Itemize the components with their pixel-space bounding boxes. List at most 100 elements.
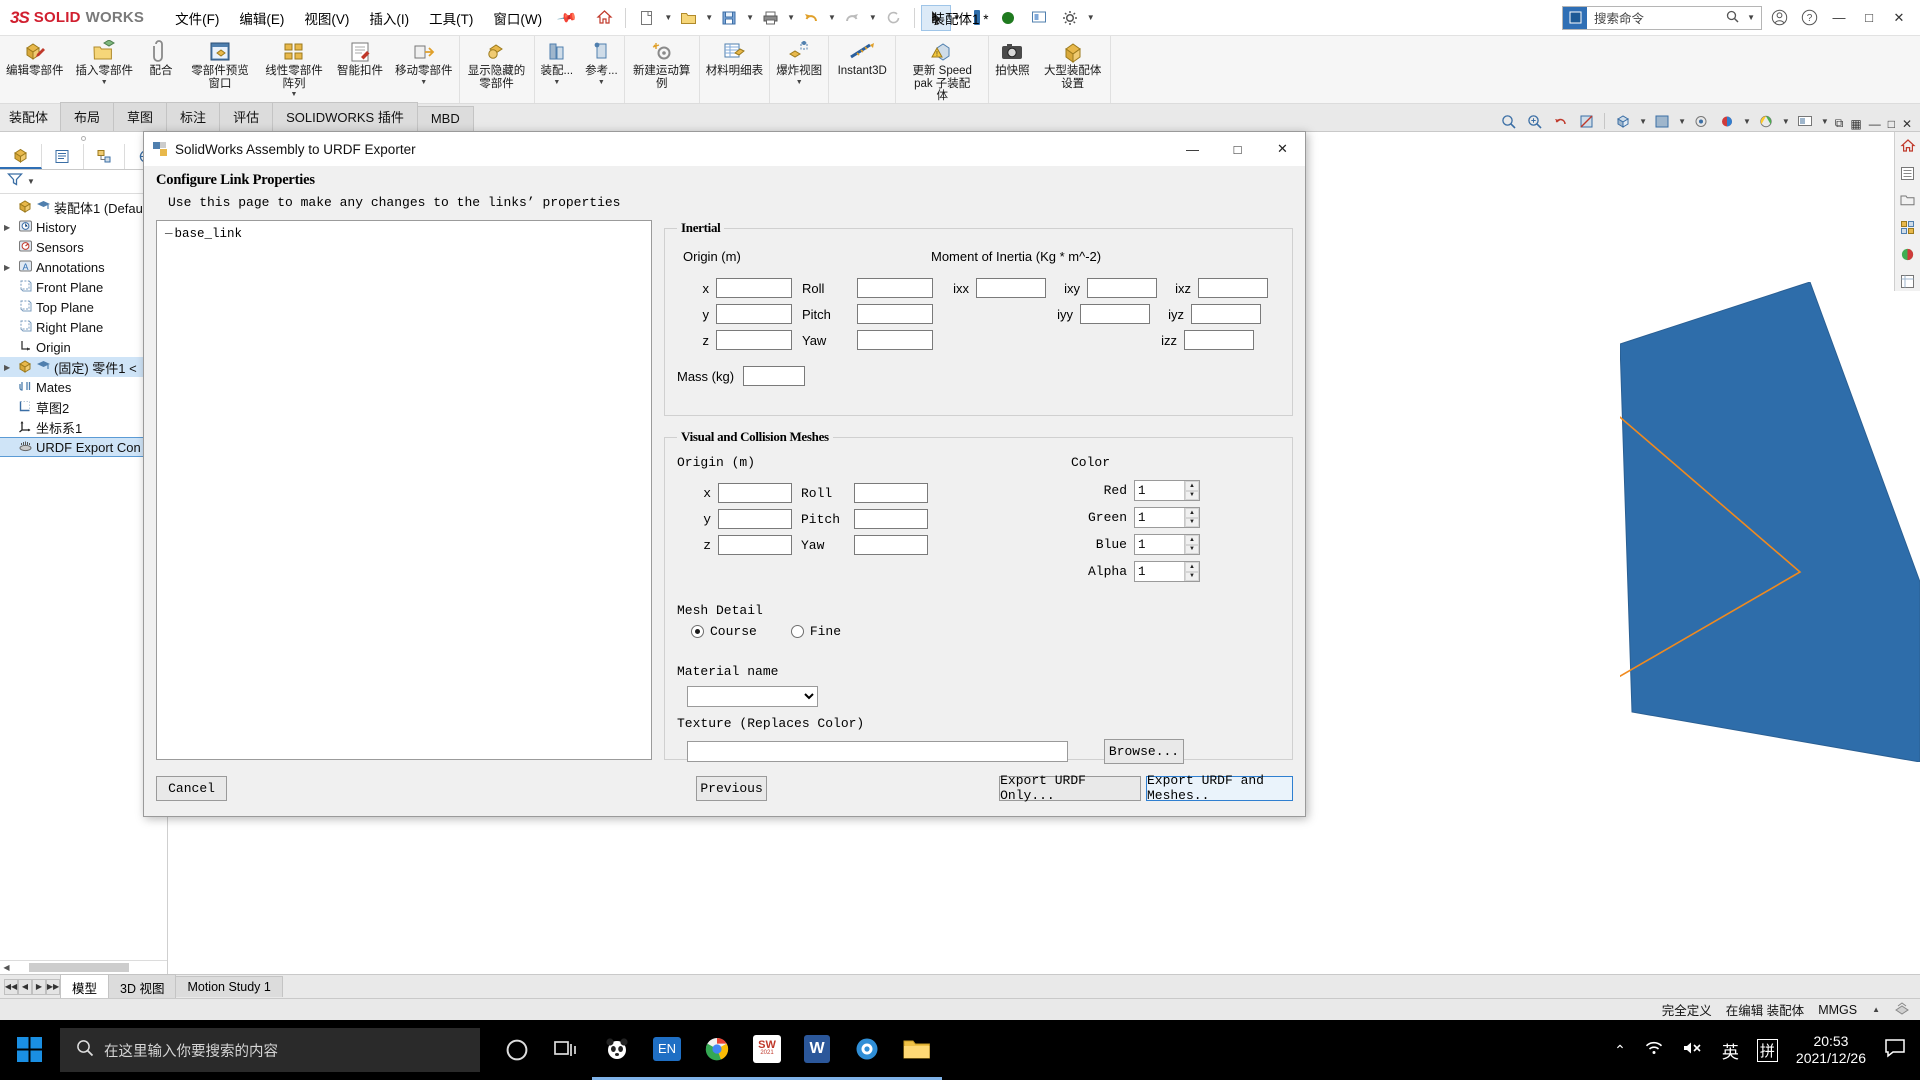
tab-next-button[interactable]: ▶: [32, 979, 46, 995]
edit-appearance-dropdown-icon[interactable]: ▼: [1743, 117, 1751, 126]
tree-node-part1[interactable]: ▶ (固定) 零件1 <: [0, 357, 167, 377]
spinner-down-icon[interactable]: ▼: [1185, 518, 1199, 528]
spinner-up-icon[interactable]: ▲: [1185, 508, 1199, 518]
view-list-icon[interactable]: [1898, 163, 1918, 183]
chevron-up-icon[interactable]: ▲: [1872, 1005, 1880, 1014]
tree-node-coordinate-system1[interactable]: 坐标系1: [0, 417, 167, 437]
inertia-ixx-input[interactable]: [976, 278, 1046, 298]
status-units[interactable]: MMGS: [1818, 1003, 1857, 1017]
tree-node-annotations[interactable]: ▶ A Annotations: [0, 257, 167, 277]
view-home-icon[interactable]: [1898, 136, 1918, 156]
spinner-down-icon[interactable]: ▼: [1185, 491, 1199, 501]
search-icon[interactable]: [1726, 10, 1739, 26]
ribbon-show-hidden-components[interactable]: 显示隐藏的零部件: [460, 36, 534, 103]
ribbon-bill-of-materials[interactable]: 材料明细表: [700, 36, 770, 103]
undo-dropdown-icon[interactable]: ▼: [828, 13, 836, 22]
color-red-input[interactable]: [1135, 481, 1184, 500]
tile-view-icon[interactable]: ▦: [1850, 117, 1861, 131]
ribbon-edit-component[interactable]: 编辑零部件: [0, 36, 70, 103]
maximize-doc-button[interactable]: □: [1888, 117, 1895, 131]
open-document-dropdown-icon[interactable]: ▼: [705, 13, 713, 22]
menu-tools[interactable]: 工具(T): [420, 3, 482, 33]
ribbon-update-speedpak[interactable]: ! 更新 Speedpak 子装配体: [896, 36, 988, 103]
taskbar-clock[interactable]: 20:53 2021/12/26: [1796, 1033, 1866, 1067]
appearance-icon[interactable]: [993, 5, 1023, 31]
zoom-area-icon[interactable]: [1523, 111, 1545, 131]
view-orientation-dropdown-icon[interactable]: ▼: [1639, 117, 1647, 126]
color-green-input[interactable]: [1135, 508, 1184, 527]
zoom-to-fit-icon[interactable]: [1497, 111, 1519, 131]
chevron-down-icon[interactable]: ▼: [291, 91, 298, 98]
tab-mbd[interactable]: MBD: [417, 106, 474, 131]
panel-resize-handle[interactable]: [0, 132, 167, 144]
show-hidden-icons[interactable]: ⌃: [1614, 1042, 1626, 1059]
redo-icon[interactable]: [837, 5, 867, 31]
search-input[interactable]: 搜索命令: [1587, 8, 1644, 27]
spinner-buttons[interactable]: ▲▼: [1184, 508, 1199, 527]
tree-node-top-plane[interactable]: Top Plane: [0, 297, 167, 317]
color-red-spinner[interactable]: ▲▼: [1134, 480, 1200, 501]
taskbar-search-box[interactable]: 在这里输入你要搜索的内容: [60, 1028, 480, 1072]
spinner-up-icon[interactable]: ▲: [1185, 535, 1199, 545]
inertial-pitch-input[interactable]: [857, 304, 933, 324]
menu-insert[interactable]: 插入(I): [360, 3, 418, 33]
inertial-yaw-input[interactable]: [857, 330, 933, 350]
chevron-down-icon[interactable]: ▼: [796, 79, 803, 86]
tab-first-button[interactable]: ◀◀: [4, 979, 18, 995]
tree-node-urdf-export-configuration[interactable]: URDF Export Con: [0, 437, 167, 457]
previous-button[interactable]: Previous: [696, 776, 767, 801]
help-icon[interactable]: ?: [1796, 5, 1822, 31]
rebuild-icon[interactable]: [878, 5, 908, 31]
tab-last-button[interactable]: ▶▶: [46, 979, 60, 995]
inertial-origin-y-input[interactable]: [716, 304, 792, 324]
dialog-title-bar[interactable]: SolidWorks Assembly to URDF Exporter — □…: [144, 132, 1305, 166]
tree-node-front-plane[interactable]: Front Plane: [0, 277, 167, 297]
scroll-thumb[interactable]: [29, 963, 129, 972]
material-name-select[interactable]: [687, 686, 818, 707]
tree-node-right-plane[interactable]: Right Plane: [0, 317, 167, 337]
configuration-manager-tab[interactable]: [84, 144, 126, 169]
undo-icon[interactable]: [796, 5, 826, 31]
notification-icon[interactable]: [1884, 1038, 1906, 1063]
ribbon-reference-geometry[interactable]: 参考... ▼: [579, 36, 624, 103]
inertia-ixy-input[interactable]: [1087, 278, 1157, 298]
inertia-iyy-input[interactable]: [1080, 304, 1150, 324]
save-dropdown-icon[interactable]: ▼: [746, 13, 754, 22]
search-command-box[interactable]: 搜索命令 ▼: [1562, 6, 1762, 30]
view-settings-icon[interactable]: [1794, 111, 1816, 131]
open-document-icon[interactable]: [673, 5, 703, 31]
ribbon-move-component[interactable]: 移动零部件 ▼: [389, 36, 459, 103]
options-gear-icon[interactable]: [1055, 5, 1085, 31]
ribbon-exploded-view[interactable]: 爆炸视图 ▼: [770, 36, 828, 103]
inertia-iyz-input[interactable]: [1191, 304, 1261, 324]
color-blue-spinner[interactable]: ▲▼: [1134, 534, 1200, 555]
menu-file[interactable]: 文件(F): [166, 3, 228, 33]
search-scope-icon[interactable]: [1563, 7, 1587, 29]
pin-icon[interactable]: 📌: [556, 6, 578, 28]
spinner-up-icon[interactable]: ▲: [1185, 562, 1199, 572]
spinner-buttons[interactable]: ▲▼: [1184, 535, 1199, 554]
hide-show-icon[interactable]: [1690, 111, 1712, 131]
ribbon-assembly-features[interactable]: 装配... ▼: [535, 36, 580, 103]
dialog-maximize-button[interactable]: □: [1215, 132, 1260, 166]
cancel-button[interactable]: Cancel: [156, 776, 227, 801]
ribbon-linear-component-pattern[interactable]: 线性零部件阵列 ▼: [257, 36, 331, 103]
ribbon-insert-component[interactable]: 插入零部件 ▼: [70, 36, 140, 103]
apply-scene-dropdown-icon[interactable]: ▼: [1782, 117, 1790, 126]
restore-view-icon[interactable]: ⧉: [1835, 116, 1844, 131]
inertia-ixz-input[interactable]: [1198, 278, 1268, 298]
view-grid-icon[interactable]: [1898, 217, 1918, 237]
tree-node-origin[interactable]: Origin: [0, 337, 167, 357]
section-view-icon[interactable]: [1575, 111, 1597, 131]
tree-horizontal-scrollbar[interactable]: ◀: [0, 960, 167, 974]
apply-scene-icon[interactable]: [1755, 111, 1777, 131]
edit-appearance-icon[interactable]: [1716, 111, 1738, 131]
inertial-origin-z-input[interactable]: [716, 330, 792, 350]
close-doc-button[interactable]: ✕: [1902, 117, 1912, 131]
menu-edit[interactable]: 编辑(E): [230, 3, 293, 33]
ribbon-new-motion-study[interactable]: 新建运动算例: [625, 36, 699, 103]
inertial-origin-x-input[interactable]: [716, 278, 792, 298]
panda-app-icon[interactable]: [592, 1020, 642, 1080]
view-settings-dropdown-icon[interactable]: ▼: [1821, 117, 1829, 126]
options-dropdown-icon[interactable]: ▼: [1087, 13, 1095, 22]
